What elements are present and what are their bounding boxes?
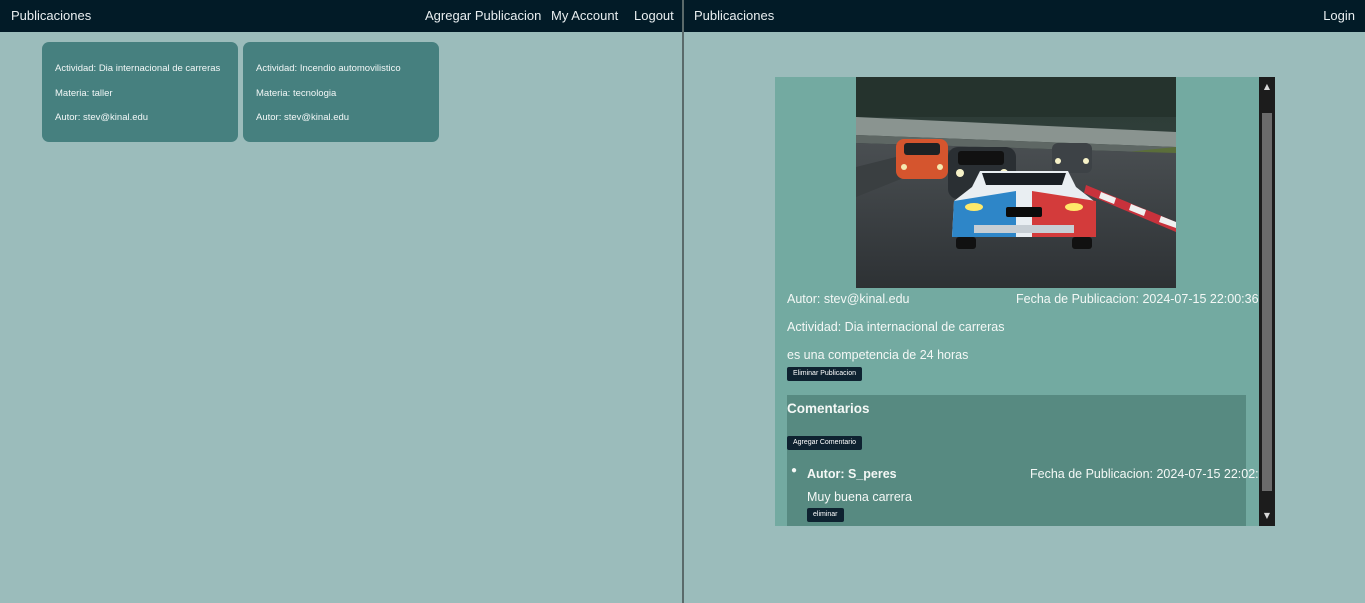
publication-card[interactable]: Actividad: Dia internacional de carreras… [42, 42, 238, 142]
brand-link[interactable]: Publicaciones [694, 8, 774, 23]
card-activity: Actividad: Dia internacional de carreras [55, 63, 221, 74]
card-subject: Materia: tecnologia [256, 88, 337, 99]
delete-publication-button[interactable]: Eliminar Publicacion [787, 367, 863, 381]
add-publication-link[interactable]: Agregar Publicacion [425, 8, 541, 23]
login-link[interactable]: Login [1323, 8, 1355, 23]
left-window: Publicaciones Agregar Publicacion My Acc… [0, 0, 682, 603]
comment-text: Muy buena carrera [807, 490, 912, 504]
scrollbar[interactable]: ▲ ▼ [1259, 77, 1275, 526]
add-comment-button[interactable]: Agregar Comentario [787, 436, 863, 450]
brand-link[interactable]: Publicaciones [11, 8, 91, 23]
publication-activity: Actividad: Dia internacional de carreras [787, 320, 1005, 334]
comment-date: Fecha de Publicacion: 2024-07-15 22:02:2… [1030, 467, 1273, 481]
publication-card[interactable]: Actividad: Incendio automovilistico Mate… [243, 42, 439, 142]
card-author: Autor: stev@kinal.edu [256, 112, 350, 123]
publication-date: Fecha de Publicacion: 2024-07-15 22:00:3… [1016, 292, 1259, 306]
race-car-photo [856, 77, 1176, 288]
delete-comment-button[interactable]: eliminar [807, 508, 844, 522]
scroll-down-icon[interactable]: ▼ [1259, 508, 1275, 524]
comments-section: Comentarios Agregar Comentario ● Autor: … [787, 395, 1273, 526]
right-window: Publicaciones Login Autor: stev@kinal.ed… [684, 0, 1365, 603]
card-subject: Materia: taller [55, 88, 113, 99]
logout-link[interactable]: Logout [634, 8, 674, 23]
scrollbar-thumb[interactable] [1262, 113, 1272, 491]
card-activity: Actividad: Incendio automovilistico [256, 63, 401, 74]
comment-bullet: ● [791, 465, 798, 476]
publication-description: es una competencia de 24 horas [787, 348, 969, 362]
my-account-link[interactable]: My Account [551, 8, 618, 23]
card-author: Autor: stev@kinal.edu [55, 112, 149, 123]
scroll-up-icon[interactable]: ▲ [1259, 79, 1275, 95]
comments-heading: Comentarios [787, 401, 870, 416]
comment-author: Autor: S_peres [807, 467, 897, 481]
navbar: Publicaciones Agregar Publicacion My Acc… [0, 0, 682, 32]
navbar: Publicaciones Login [684, 0, 1365, 32]
publication-author: Autor: stev@kinal.edu [787, 292, 910, 306]
publication-detail: Autor: stev@kinal.edu Fecha de Publicaci… [775, 77, 1275, 526]
